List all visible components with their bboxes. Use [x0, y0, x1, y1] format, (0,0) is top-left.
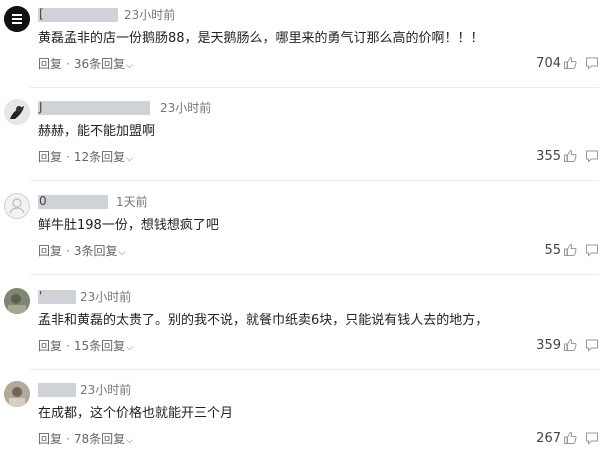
username-initial: J — [39, 100, 43, 114]
like-count: 267 — [536, 431, 561, 446]
photo-avatar-icon — [4, 288, 30, 314]
comment-actions: 回复 · 15条回复⌵ — [38, 338, 133, 356]
comment-item: 0 1天前 鲜牛肚198一份，想钱想疯了吧 回复 · 3条回复⌵ 55 — [0, 193, 611, 275]
replies-count: 36条回复 — [73, 57, 126, 71]
replies-count: 78条回复 — [73, 432, 126, 446]
comment-item: ' 23小时前 孟非和黄磊的太贵了。别的我不说，就餐巾纸卖6块，只能说有钱人去的… — [0, 288, 611, 370]
username-masked[interactable]: ' — [38, 289, 76, 304]
chevron-down-icon: ⌵ — [126, 61, 133, 71]
thumbs-up-icon[interactable] — [563, 56, 577, 70]
actions-separator: · — [66, 244, 70, 258]
chevron-down-icon: ⌵ — [118, 248, 126, 258]
comment-icon[interactable] — [585, 431, 599, 445]
divider — [30, 274, 599, 275]
replies-count: 3条回复 — [73, 244, 118, 258]
comment-icon[interactable] — [585, 338, 599, 352]
photo-avatar-2-icon — [4, 381, 30, 407]
comment-text: 赫赫，能不能加盟啊 — [38, 124, 156, 139]
comment-actions: 回复 · 12条回复⌵ — [38, 149, 133, 167]
comment-actions: 回复 · 3条回复⌵ — [38, 243, 125, 261]
view-replies-button[interactable]: 78条回复⌵ — [74, 432, 133, 446]
reply-button[interactable]: 回复 — [38, 57, 62, 71]
thumbs-up-icon[interactable] — [563, 431, 577, 445]
chevron-down-icon: ⌵ — [126, 343, 133, 353]
actions-separator: · — [66, 57, 70, 71]
divider — [30, 369, 599, 370]
reply-button[interactable]: 回复 — [38, 339, 62, 353]
comment-time: 1天前 — [116, 195, 148, 209]
avatar[interactable] — [4, 99, 30, 125]
default-avatar-icon — [4, 193, 30, 219]
comment-actions: 回复 · 36条回复⌵ — [38, 56, 133, 74]
like-count: 55 — [544, 243, 561, 258]
comment-time: 23小时前 — [124, 8, 176, 22]
comment-item: [ 23小时前 黄磊孟非的店一份鹅肠88，是天鹅肠么，哪里来的勇气订那么高的价啊… — [0, 6, 611, 88]
chevron-down-icon: ⌵ — [126, 154, 133, 164]
actions-separator: · — [66, 150, 70, 164]
comment-time: 23小时前 — [80, 290, 132, 304]
face-avatar-icon — [4, 6, 30, 32]
like-count: 359 — [536, 338, 561, 353]
username-masked[interactable] — [38, 383, 76, 397]
avatar[interactable] — [4, 288, 30, 314]
comment-text: 孟非和黄磊的太贵了。别的我不说，就餐巾纸卖6块，只能说有钱人去的地方， — [38, 313, 489, 328]
actions-separator: · — [66, 339, 70, 353]
divider — [30, 87, 599, 88]
comment-item: J 23小时前 赫赫，能不能加盟啊 回复 · 12条回复⌵ 355 — [0, 99, 611, 181]
view-replies-button[interactable]: 36条回复⌵ — [74, 57, 133, 71]
comment-text: 黄磊孟非的店一份鹅肠88，是天鹅肠么，哪里来的勇气订那么高的价啊！！！ — [38, 31, 484, 46]
comment-time: 23小时前 — [80, 383, 132, 397]
reply-button[interactable]: 回复 — [38, 244, 62, 258]
view-replies-button[interactable]: 15条回复⌵ — [74, 339, 133, 353]
username-initial: [ — [39, 7, 44, 21]
dark-figure-avatar-icon — [4, 99, 30, 125]
comment-icon[interactable] — [585, 56, 599, 70]
thumbs-up-icon[interactable] — [563, 149, 577, 163]
avatar[interactable] — [4, 381, 30, 407]
avatar[interactable] — [4, 6, 30, 32]
thumbs-up-icon[interactable] — [563, 338, 577, 352]
comment-text: 鲜牛肚198一份，想钱想疯了吧 — [38, 218, 219, 233]
username-masked[interactable]: 0 — [38, 194, 108, 209]
comment-icon[interactable] — [585, 243, 599, 257]
reply-button[interactable]: 回复 — [38, 150, 62, 164]
username-initial: ' — [39, 289, 43, 303]
like-count: 355 — [536, 149, 561, 164]
username-initial: 0 — [39, 194, 47, 208]
comment-actions: 回复 · 78条回复⌵ — [38, 431, 133, 449]
comment-icon[interactable] — [585, 149, 599, 163]
reply-button[interactable]: 回复 — [38, 432, 62, 446]
like-count: 704 — [536, 56, 561, 71]
avatar[interactable] — [4, 193, 30, 219]
username-masked[interactable]: [ — [38, 7, 118, 22]
chevron-down-icon: ⌵ — [126, 436, 133, 446]
comment-item: 23小时前 在成都，这个价格也就能开三个月 回复 · 78条回复⌵ 267 — [0, 381, 611, 458]
comment-time: 23小时前 — [160, 101, 212, 115]
comment-feed: [ 23小时前 黄磊孟非的店一份鹅肠88，是天鹅肠么，哪里来的勇气订那么高的价啊… — [0, 0, 611, 458]
replies-count: 15条回复 — [73, 339, 126, 353]
view-replies-button[interactable]: 12条回复⌵ — [74, 150, 133, 164]
view-replies-button[interactable]: 3条回复⌵ — [74, 244, 125, 258]
thumbs-up-icon[interactable] — [563, 243, 577, 257]
replies-count: 12条回复 — [73, 150, 126, 164]
actions-separator: · — [66, 432, 70, 446]
username-masked[interactable]: J — [38, 100, 150, 115]
comment-text: 在成都，这个价格也就能开三个月 — [38, 406, 234, 421]
divider — [30, 180, 599, 181]
